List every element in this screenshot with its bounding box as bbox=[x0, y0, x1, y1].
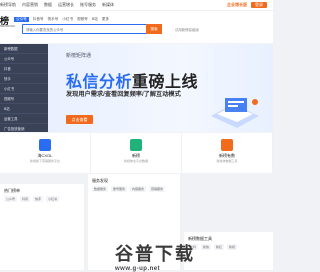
service-cards: 海CXOL 新榜旗下营销服务平台 新榜 新媒体全平台数据 新榜有数 新媒体数据工… bbox=[0, 133, 273, 173]
tab-platform[interactable]: 更多 bbox=[102, 17, 109, 22]
panel-chip[interactable]: 营销服务 bbox=[149, 186, 166, 192]
service-card[interactable]: 新榜有数 新媒体数据工具 bbox=[182, 133, 273, 173]
sidebar-item[interactable]: 运营工具 bbox=[0, 114, 48, 124]
sidebar-item[interactable]: 小红书 bbox=[0, 84, 48, 94]
panel-chip[interactable]: 快手 bbox=[33, 196, 44, 202]
download-watermark: 谷普下载 www.g-up.net bbox=[115, 240, 195, 272]
service-card[interactable]: 新榜 新媒体全平台数据 bbox=[91, 133, 182, 173]
top-nav-item[interactable]: 内容营销 bbox=[22, 2, 38, 8]
promo-banner[interactable]: 新榜矩阵通 私信分析重磅上线 发现用户需求/查看回复频率/了解互动模式 点击查看 bbox=[48, 44, 273, 132]
service-icon bbox=[39, 139, 51, 151]
watermark-sub: www.g-up.net bbox=[115, 266, 161, 272]
tools-panel: 新榜数据工具 新抖 新快 新红 新视 bbox=[184, 232, 273, 270]
panel-chip[interactable]: 新视 bbox=[227, 244, 238, 250]
sidebar-item[interactable]: 视频号 bbox=[0, 94, 48, 104]
tab-platform[interactable]: 快手号 bbox=[48, 17, 59, 22]
top-nav-item[interactable]: 新榜导航 bbox=[0, 2, 16, 8]
login-button[interactable]: 登录 bbox=[251, 2, 267, 8]
sidebar-item[interactable]: 公众号 bbox=[0, 54, 48, 64]
enterprise-link[interactable]: 企业增长版 bbox=[227, 2, 247, 8]
platform-tabs: 公众号 抖音号 快手号 小红书 视频号 B站 更多 bbox=[14, 17, 109, 22]
panel-chips: 新抖 新快 新红 新视 bbox=[188, 244, 268, 250]
top-navigation-bar: 新榜导航 内容营销 数据 运营增长 账号服务 新媒体 企业增长版 登录 bbox=[0, 0, 273, 11]
banner-subline: 发现用户需求/查看回复频率/了解互动模式 bbox=[66, 91, 181, 98]
service-icon bbox=[221, 139, 233, 151]
panel-chip[interactable]: 新快 bbox=[201, 244, 212, 250]
sidebar-item[interactable]: 新榜数据 bbox=[0, 44, 48, 54]
tab-platform[interactable]: 抖音号 bbox=[33, 17, 44, 22]
panel-chip[interactable]: 抖音 bbox=[20, 196, 31, 202]
service-card[interactable]: 海CXOL 新榜旗下营销服务平台 bbox=[0, 133, 91, 173]
panel-chips: 数据服务 账号服务 内容服务 营销服务 bbox=[92, 186, 175, 192]
logo-subtitle: NEWRANK bbox=[0, 24, 16, 28]
watermark-main: 谷普下载 bbox=[115, 244, 195, 264]
isometric-illustration-icon bbox=[211, 98, 259, 128]
panel-chip[interactable]: 公众号 bbox=[4, 196, 18, 202]
panel-title: 服务发现 bbox=[92, 178, 108, 183]
ranking-panel: 热门榜单 公众号 抖音 快手 小红书 bbox=[0, 184, 84, 270]
banner-cta-button[interactable]: 点击查看 bbox=[66, 115, 93, 124]
sidebar-item[interactable]: 抖音 bbox=[0, 64, 48, 74]
sidebar-item[interactable]: B站 bbox=[0, 104, 48, 114]
panel-chips: 公众号 抖音 快手 小红书 bbox=[4, 196, 80, 202]
top-nav-item[interactable]: 数据 bbox=[44, 2, 52, 8]
category-sidebar: 新榜数据 公众号 抖音 快手 小红书 视频号 B站 运营工具 广告投放营销 bbox=[0, 44, 48, 134]
panel-title: 热门榜单 bbox=[4, 188, 20, 193]
sidebar-item[interactable]: 快手 bbox=[0, 74, 48, 84]
tab-platform[interactable]: 视频号 bbox=[77, 17, 88, 22]
service-desc: 新媒体全平台数据 bbox=[123, 159, 148, 163]
service-desc: 新媒体数据工具 bbox=[216, 159, 238, 163]
panel-chip[interactable]: 数据服务 bbox=[92, 186, 109, 192]
top-nav-item[interactable]: 新媒体 bbox=[102, 2, 114, 8]
service-desc: 新榜旗下营销服务平台 bbox=[29, 159, 60, 163]
panel-chip[interactable]: 内容服务 bbox=[130, 186, 147, 192]
site-header: 榜 NEWRANK 公众号 抖音号 快手号 小红书 视频号 B站 更多 搜索 试… bbox=[0, 11, 273, 43]
top-right-actions: 企业增长版 登录 bbox=[227, 2, 267, 8]
top-nav-item[interactable]: 运营增长 bbox=[58, 2, 74, 8]
tab-platform[interactable]: B站 bbox=[92, 17, 98, 22]
site-logo[interactable]: 榜 NEWRANK bbox=[0, 14, 15, 28]
tab-platform[interactable]: 小红书 bbox=[62, 17, 73, 22]
banner-tag: 新榜矩阵通 bbox=[66, 53, 92, 59]
top-nav-item[interactable]: 账号服务 bbox=[80, 2, 96, 8]
panel-chip[interactable]: 新红 bbox=[214, 244, 225, 250]
tab-platform[interactable]: 公众号 bbox=[14, 17, 29, 22]
top-nav: 新榜导航 内容营销 数据 运营增长 账号服务 新媒体 bbox=[0, 2, 114, 8]
search-box: 搜索 bbox=[22, 24, 162, 34]
panel-chip[interactable]: 账号服务 bbox=[111, 186, 128, 192]
search-hint[interactable]: 试用新榜高级版 bbox=[175, 27, 199, 32]
search-button[interactable]: 搜索 bbox=[146, 24, 162, 34]
panel-chip[interactable]: 小红书 bbox=[46, 196, 60, 202]
service-icon bbox=[130, 139, 142, 151]
search-input[interactable] bbox=[26, 26, 136, 33]
